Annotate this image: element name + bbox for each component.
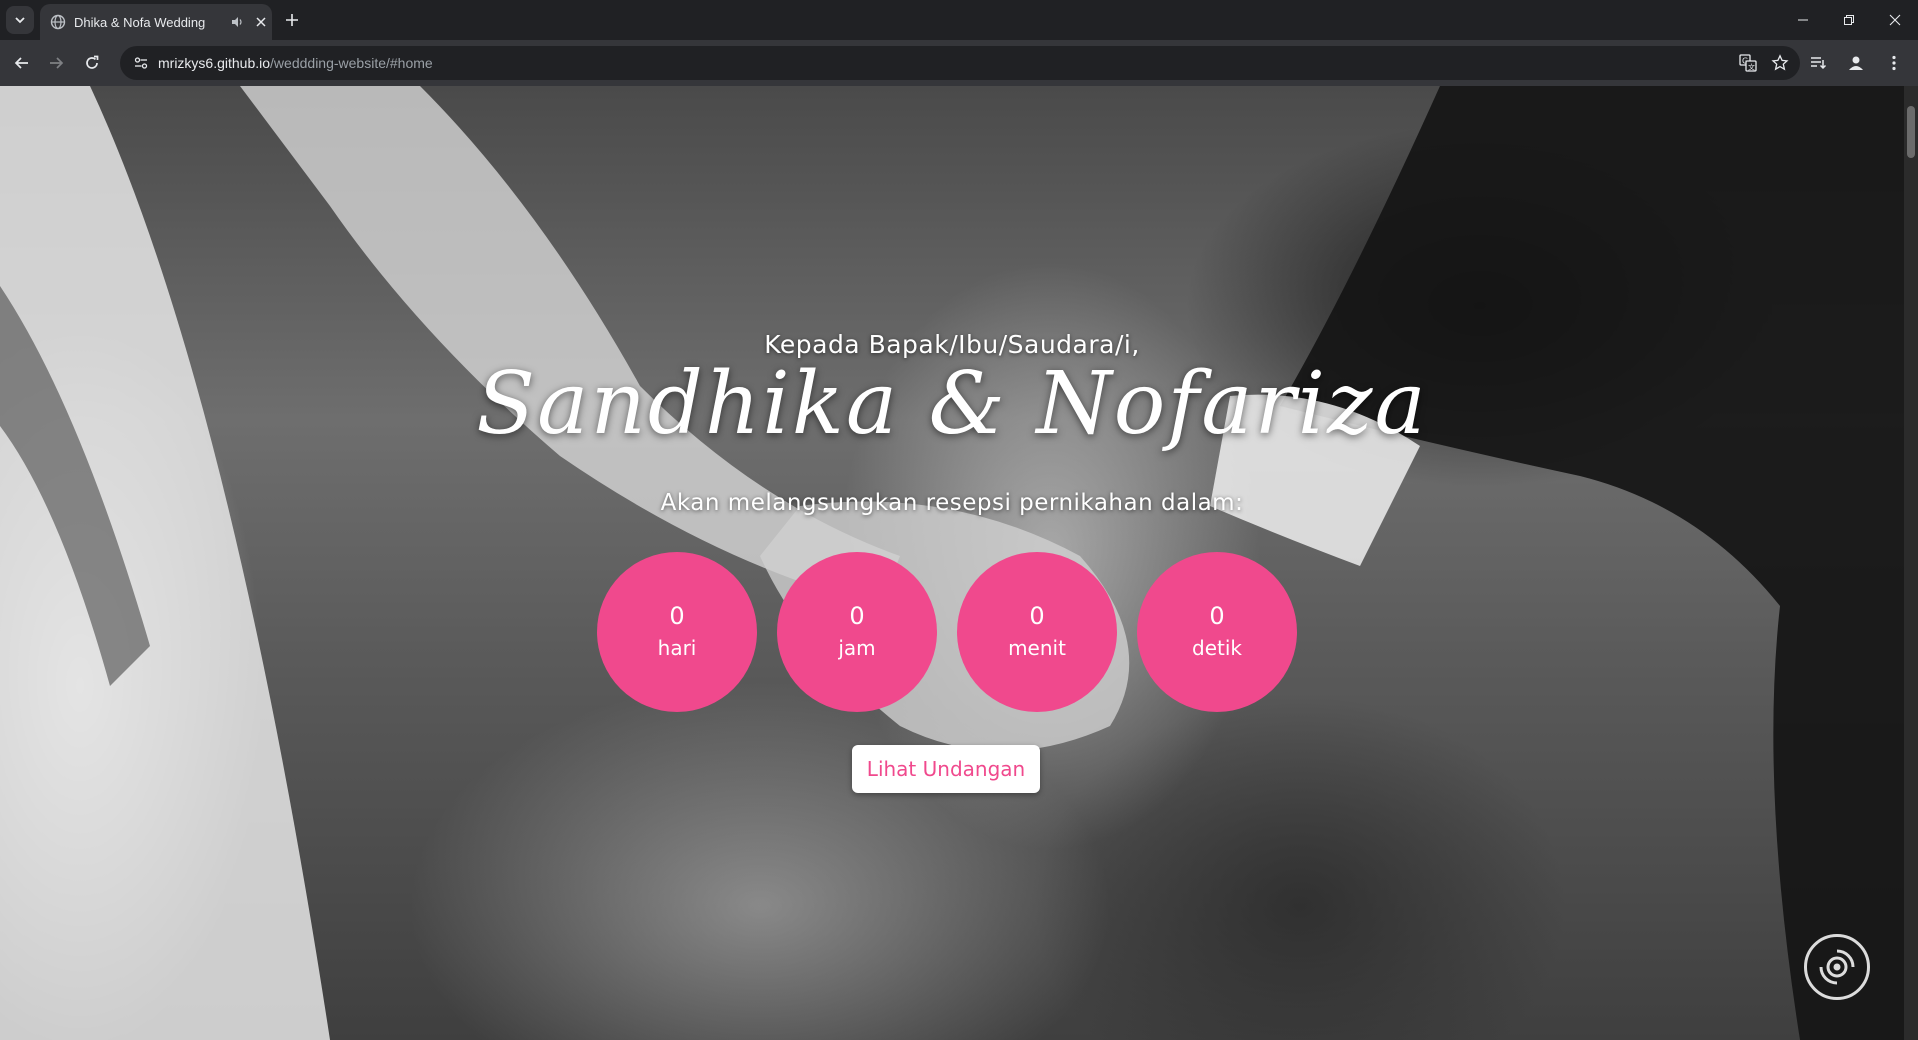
countdown-minutes: 0 menit — [957, 552, 1117, 712]
countdown-days-value: 0 — [669, 602, 685, 630]
address-bar[interactable]: mrizkys6.github.io/weddding-website/#hom… — [120, 46, 1800, 80]
profile-icon[interactable] — [1842, 49, 1870, 77]
countdown-seconds: 0 detik — [1137, 552, 1297, 712]
couple-names: Sandhika & Nofariza — [476, 354, 1428, 454]
browser-toolbar: mrizkys6.github.io/weddding-website/#hom… — [0, 40, 1918, 86]
translate-icon[interactable]: G文 — [1736, 51, 1760, 75]
countdown-seconds-label: detik — [1192, 636, 1242, 660]
url-text: mrizkys6.github.io/weddding-website/#hom… — [158, 55, 433, 71]
browser-tab-active[interactable]: Dhika & Nofa Wedding — [40, 4, 272, 40]
page-scrollbar[interactable] — [1904, 86, 1918, 1040]
tab-close-button[interactable] — [252, 13, 270, 31]
view-invitation-button[interactable]: Lihat Undangan — [852, 745, 1040, 793]
window-controls — [1780, 0, 1918, 40]
back-icon — [14, 57, 28, 69]
forward-icon — [50, 57, 64, 69]
reload-button[interactable] — [78, 49, 106, 77]
star-icon[interactable] — [1768, 51, 1792, 75]
countdown-minutes-label: menit — [1008, 636, 1066, 660]
back-button[interactable] — [8, 49, 36, 77]
music-toggle-button[interactable] — [1804, 934, 1870, 1000]
page-viewport: Kepada Bapak/Ibu/Saudara/i, Sandhika & N… — [0, 86, 1904, 1040]
scrollbar-thumb[interactable] — [1907, 106, 1915, 158]
svg-text:文: 文 — [1748, 63, 1755, 72]
countdown-subtitle: Akan melangsungkan resepsi pernikahan da… — [660, 490, 1244, 516]
close-icon — [1889, 14, 1901, 26]
countdown-days-label: hari — [657, 636, 697, 660]
reading-list-icon[interactable] — [1804, 49, 1832, 77]
site-info-icon[interactable] — [130, 52, 152, 74]
speaker-icon[interactable] — [228, 13, 246, 31]
close-icon — [256, 17, 266, 27]
countdown-hours-value: 0 — [849, 602, 865, 630]
tab-strip: Dhika & Nofa Wedding — [0, 0, 1918, 40]
globe-icon — [50, 14, 66, 30]
chevron-down-icon — [15, 17, 25, 24]
url-host: mrizkys6.github.io — [158, 55, 271, 71]
window-close-button[interactable] — [1872, 0, 1918, 40]
restore-icon — [1844, 15, 1854, 25]
hero-section: Kepada Bapak/Ibu/Saudara/i, Sandhika & N… — [0, 86, 1904, 1040]
countdown-minutes-value: 0 — [1029, 602, 1045, 630]
menu-icon[interactable] — [1880, 49, 1908, 77]
tab-search-button[interactable] — [6, 6, 34, 34]
minimize-icon — [1798, 19, 1808, 21]
tab-title: Dhika & Nofa Wedding — [74, 14, 206, 30]
new-tab-button[interactable] — [280, 8, 304, 32]
reload-icon — [86, 55, 99, 69]
countdown-days: 0 hari — [597, 552, 757, 712]
url-path: /weddding-website/#home — [270, 55, 433, 71]
countdown: 0 hari 0 jam 0 menit 0 detik — [597, 552, 1297, 712]
restore-button[interactable] — [1826, 0, 1872, 40]
countdown-hours-label: jam — [838, 636, 876, 660]
countdown-seconds-value: 0 — [1209, 602, 1225, 630]
forward-button[interactable] — [42, 49, 70, 77]
plus-icon — [286, 14, 298, 26]
countdown-hours: 0 jam — [777, 552, 937, 712]
music-disc-icon — [1819, 949, 1855, 985]
minimize-button[interactable] — [1780, 0, 1826, 40]
